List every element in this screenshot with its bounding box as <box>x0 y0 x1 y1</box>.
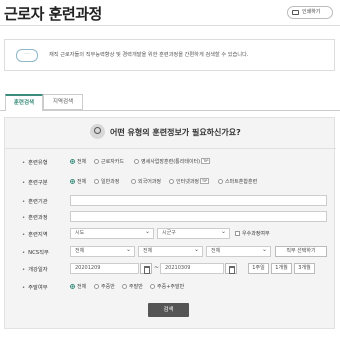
tab-training-search[interactable]: 훈련검색 <box>5 94 43 111</box>
category-radio-internet[interactable]: 인터넷과정 TIP <box>169 178 210 185</box>
ncs-select-1[interactable]: 전체 <box>70 245 135 257</box>
type-radio-all[interactable]: 전체 <box>70 158 86 165</box>
calendar-icon[interactable] <box>225 263 237 274</box>
course-label: 훈련과정 <box>22 213 48 221</box>
tab-region-search[interactable]: 지역검색 <box>43 94 83 110</box>
institution-input[interactable] <box>70 195 327 206</box>
training-type-label: 훈련유형 <box>22 158 48 166</box>
category-radio-language[interactable]: 외국어과정 <box>131 178 161 185</box>
period-1week-button[interactable]: 1주일 <box>248 263 269 274</box>
row-period: 개강일자 20201209 ~ 20210309 1주일 1개월 3개월 <box>5 263 336 275</box>
row-ncs: NCS직무 전체 전체 전체 직무 선택하기 <box>5 245 336 258</box>
tip-badge[interactable]: TIP <box>201 158 211 164</box>
period-3month-button[interactable]: 3개월 <box>294 263 315 274</box>
header-divider <box>0 25 340 26</box>
weekend-label: 주말여부 <box>22 283 48 291</box>
ncs-select-3[interactable]: 전체 <box>206 245 271 257</box>
chat-bubble-icon: ··· <box>16 49 38 62</box>
info-box: ··· 재직 근로자들의 직무능력향상 및 경력개발을 위한 훈련과정을 간편하… <box>4 39 335 71</box>
date-range-separator: ~ <box>154 264 160 271</box>
course-input[interactable] <box>70 211 327 222</box>
ncs-select-2[interactable]: 전체 <box>138 245 203 257</box>
print-button[interactable]: 인쇄하기 <box>287 6 333 19</box>
row-institution: 훈련기관 <box>5 195 336 207</box>
search-question: 어떤 유형의 훈련정보가 필요하신가요? <box>110 128 241 137</box>
search-button[interactable]: 검색 <box>148 303 189 317</box>
institution-label: 훈련기관 <box>22 197 48 205</box>
end-date-input[interactable]: 20210309 <box>160 263 224 274</box>
type-radio-card[interactable]: 근로자카드 <box>94 158 124 165</box>
weekend-radio-both[interactable]: 주중+주말반 <box>150 283 184 290</box>
weekend-radio-all[interactable]: 전체 <box>70 283 86 290</box>
printer-icon <box>292 10 299 15</box>
region-label: 훈련지역 <box>22 230 48 238</box>
sido-select[interactable]: 시도 <box>70 227 154 239</box>
calendar-icon[interactable] <box>140 263 152 274</box>
row-training-type: 훈련유형 전체 근로자카드 영세사업장훈련(통리테이터)TIP <box>5 156 336 168</box>
type-radio-small-biz[interactable]: 영세사업장훈련(통리테이터) TIP <box>134 158 211 165</box>
info-text: 재직 근로자들의 직무능력향상 및 경력개발을 위한 훈련과정을 간편하게 검색… <box>49 52 249 58</box>
category-radio-smart[interactable]: 스마트혼합훈련 <box>218 178 257 185</box>
sigungu-select[interactable]: 시군구 <box>157 227 230 239</box>
print-label: 인쇄하기 <box>302 9 321 15</box>
category-radio-general[interactable]: 일반과정 <box>94 178 119 185</box>
row-course: 훈련과정 <box>5 211 336 223</box>
start-date-input[interactable]: 20201209 <box>70 263 139 274</box>
period-label: 개강일자 <box>22 265 48 273</box>
row-training-category: 훈련구분 전체 일반과정 외국어과정 인터넷과정TIP 스마트혼합훈련 <box>5 176 336 188</box>
row-region: 훈련지역 시도 시군구 우수과정여부 <box>5 227 336 240</box>
excellent-course-checkbox[interactable]: 우수과정여부 <box>235 230 270 237</box>
magnifier-icon <box>90 124 105 139</box>
select-job-button[interactable]: 직무 선택하기 <box>275 246 327 257</box>
tab-divider <box>0 110 340 111</box>
row-weekend: 주말여부 전체 주중반 주말반 주중+주말반 <box>5 281 336 293</box>
question-divider <box>5 148 336 149</box>
weekend-radio-weekend[interactable]: 주말반 <box>122 283 143 290</box>
category-radio-all[interactable]: 전체 <box>70 178 86 185</box>
training-category-label: 훈련구분 <box>22 178 48 186</box>
page-title: 근로자 훈련과정 <box>4 5 102 23</box>
weekend-radio-weekday[interactable]: 주중반 <box>94 283 115 290</box>
tip-badge[interactable]: TIP <box>200 178 210 184</box>
search-panel: 어떤 유형의 훈련정보가 필요하신가요? 훈련유형 전체 근로자카드 영세사업장… <box>4 117 336 329</box>
ncs-label: NCS직무 <box>22 248 49 256</box>
period-1month-button[interactable]: 1개월 <box>271 263 292 274</box>
